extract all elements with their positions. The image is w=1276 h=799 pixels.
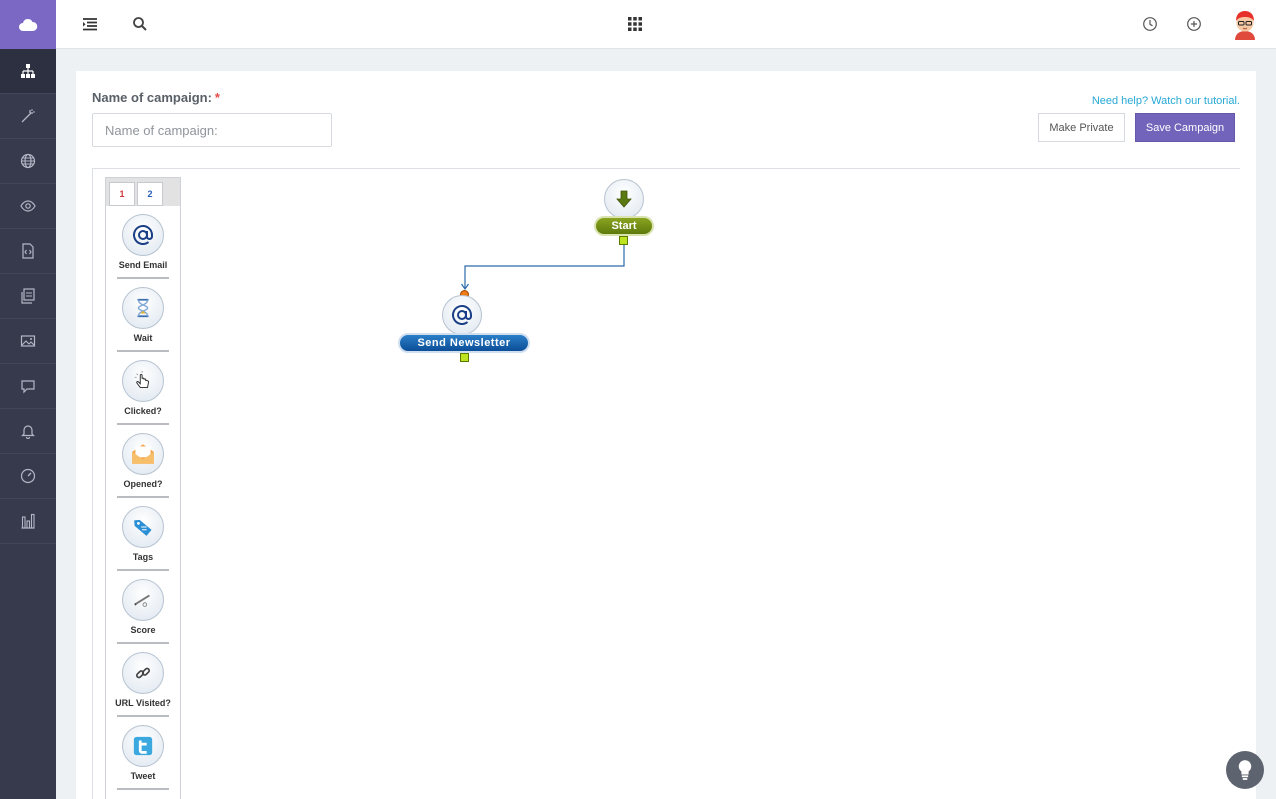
sidebar-item-wizard[interactable] [0, 94, 56, 139]
palette-item-label: URL Visited? [115, 698, 171, 708]
sidebar-item-notifications[interactable] [0, 409, 56, 454]
palette-item-label: Opened? [123, 479, 163, 489]
workflow-canvas[interactable]: 1 2 Send Email Wait Clicked? Opened? Tag… [92, 168, 1240, 799]
link-icon [122, 652, 164, 694]
palette-item-label: Score [130, 625, 156, 635]
envelope-icon [122, 433, 164, 475]
sidebar-item-dashboard[interactable] [0, 454, 56, 499]
add-new-button[interactable] [1182, 12, 1206, 36]
palette-item-tweet[interactable]: Tweet [117, 717, 169, 790]
tag-icon [122, 506, 164, 548]
search-icon [133, 17, 147, 31]
palette-item-score[interactable]: Score [117, 571, 169, 644]
campaign-name-label: Name of campaign: * [92, 90, 220, 105]
magic-wand-icon [21, 109, 35, 123]
palette-item-opened[interactable]: Opened? [117, 425, 169, 498]
palette-item-tags[interactable]: Tags [117, 498, 169, 571]
campaign-editor-panel: Name of campaign:* Need help? Watch our … [76, 71, 1256, 799]
eye-icon [20, 200, 36, 212]
sidebar-item-reports[interactable] [0, 499, 56, 544]
sidebar-item-media[interactable] [0, 319, 56, 364]
sidebar-item-web[interactable] [0, 139, 56, 184]
chat-icon [21, 380, 35, 394]
save-campaign-button[interactable]: Save Campaign [1135, 113, 1235, 142]
newsletter-node-icon[interactable] [442, 295, 482, 335]
help-bulb-button[interactable] [1226, 751, 1264, 789]
start-node-icon[interactable] [604, 179, 644, 219]
sidebar [0, 0, 56, 799]
apps-grid-button[interactable] [623, 12, 647, 36]
newsletter-node-label[interactable]: Send Newsletter [398, 333, 530, 353]
clock-icon [1143, 17, 1157, 31]
gauge-icon [20, 468, 36, 484]
code-file-icon [22, 243, 34, 259]
campaign-name-input[interactable] [92, 113, 332, 147]
cloud-logo-icon[interactable] [0, 0, 56, 49]
start-output-port[interactable] [619, 236, 628, 245]
org-chart-icon [21, 64, 35, 78]
history-button[interactable] [1138, 12, 1162, 36]
sidebar-item-documents[interactable] [0, 274, 56, 319]
sidebar-item-code[interactable] [0, 229, 56, 274]
bell-icon [21, 425, 35, 439]
palette-item-url-visited[interactable]: URL Visited? [115, 644, 171, 717]
sidebar-item-campaigns[interactable] [0, 49, 56, 94]
pencil-icon [122, 579, 164, 621]
globe-icon [20, 153, 36, 169]
sidebar-item-chat[interactable] [0, 364, 56, 409]
menu-toggle-button[interactable] [78, 12, 102, 36]
start-node-label[interactable]: Start [594, 216, 654, 236]
palette-item-label: Clicked? [124, 406, 162, 416]
newsletter-output-port[interactable] [460, 353, 469, 362]
lightbulb-icon [1238, 760, 1252, 780]
menu-icon [83, 18, 97, 31]
user-avatar[interactable] [1232, 8, 1258, 40]
make-private-button[interactable]: Make Private [1038, 113, 1125, 142]
flow-connector [461, 245, 625, 291]
palette-item-label: Tweet [130, 771, 156, 781]
bar-chart-icon [21, 513, 35, 529]
arrow-down-icon [616, 190, 632, 208]
grid-icon [628, 17, 642, 31]
search-button[interactable] [128, 12, 152, 36]
plus-circle-icon [1187, 17, 1201, 31]
image-icon [20, 335, 36, 347]
palette-item-label: Tags [132, 552, 154, 562]
at-icon [452, 304, 472, 325]
avatar-icon [1235, 11, 1255, 40]
twitter-icon [122, 725, 164, 767]
documents-icon [21, 288, 35, 304]
top-header [56, 0, 1276, 49]
sidebar-item-visitors[interactable] [0, 184, 56, 229]
required-marker: * [214, 90, 220, 105]
help-tutorial-link[interactable]: Need help? Watch our tutorial. [1092, 95, 1240, 107]
